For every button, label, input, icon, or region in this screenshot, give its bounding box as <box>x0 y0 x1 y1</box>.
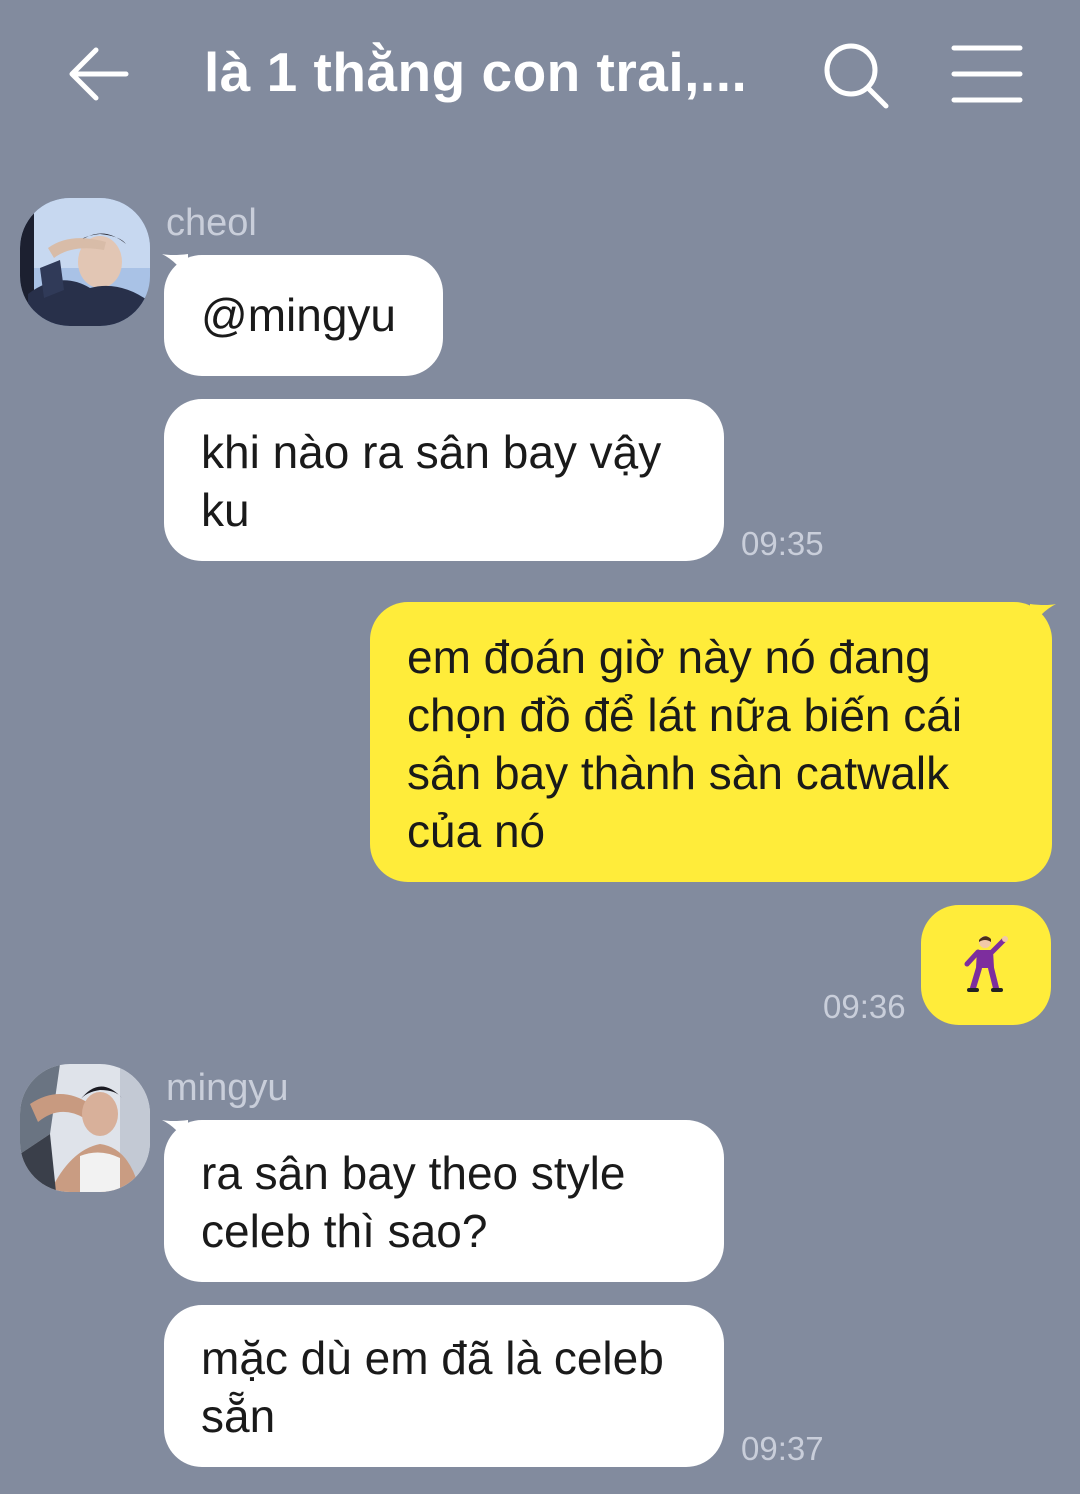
chat-title: là 1 thằng con trai,... <box>204 41 748 103</box>
search-icon <box>824 43 889 109</box>
sender-name: cheol <box>166 202 257 244</box>
back-arrow-icon <box>69 47 129 101</box>
back-button[interactable] <box>62 38 134 110</box>
chat-header: là 1 thằng con trai,... <box>0 0 1080 150</box>
message-bubble[interactable]: ra sân bay theo style celeb thì sao? <box>164 1120 724 1282</box>
avatar-mingyu[interactable] <box>20 1064 150 1192</box>
man-dancing-emoji-icon <box>964 936 1008 992</box>
message-timestamp: 09:36 <box>823 988 906 1025</box>
message-timestamp: 09:37 <box>741 1430 824 1467</box>
message-bubble[interactable]: em đoán giờ này nó đang chọn đồ để lát n… <box>370 602 1052 882</box>
message-bubble[interactable]: mặc dù em đã là celeb sẵn <box>164 1305 724 1467</box>
avatar-cheol[interactable] <box>20 198 150 326</box>
message-bubble[interactable]: khi nào ra sân bay vậy ku <box>164 399 724 561</box>
message-bubble[interactable]: @mingyu <box>164 255 443 376</box>
search-button[interactable] <box>818 38 894 114</box>
avatar-mingyu-photo <box>20 1064 150 1192</box>
menu-button[interactable] <box>948 40 1026 108</box>
hamburger-menu-icon <box>951 45 1023 103</box>
message-timestamp: 09:35 <box>741 525 824 562</box>
avatar-cheol-photo <box>20 198 150 326</box>
sender-name: mingyu <box>166 1067 289 1109</box>
